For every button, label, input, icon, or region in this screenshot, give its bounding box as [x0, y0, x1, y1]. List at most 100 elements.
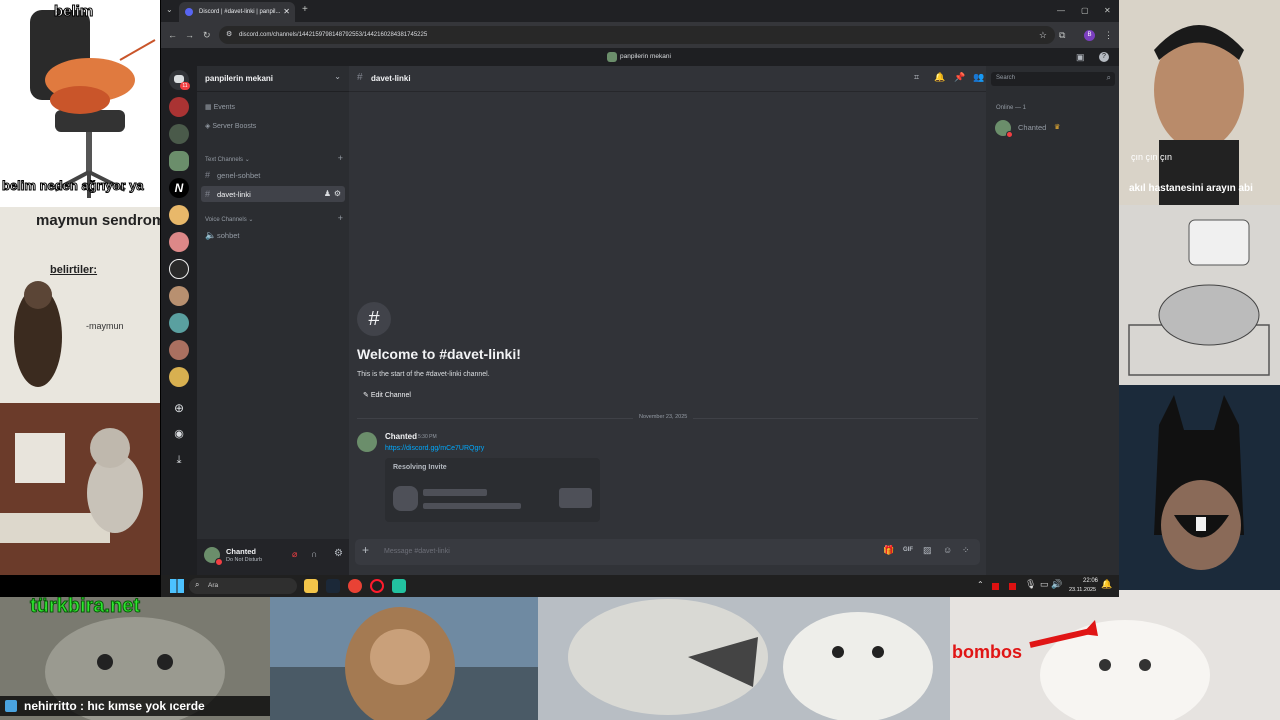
message-composer[interactable]: + Message #davet-linki 🎁 GIF ▨ ☺ ⁘ [355, 539, 980, 565]
windows-taskbar: ⌕ Ara ⌃ 🎙 ▭ 🔊 22:06 23.11.2025 🔔 [161, 575, 1119, 597]
voice-channels-category[interactable]: Voice Channels ⌄ [205, 216, 253, 223]
tab-discord[interactable]: Discord | #davet-linki | panpil... ✕ [179, 2, 295, 22]
add-text-channel-icon[interactable]: + [338, 153, 343, 163]
maximize-icon[interactable]: ▢ [1081, 0, 1089, 22]
pin-icon[interactable]: 📌 [954, 72, 965, 83]
tray-chevron-icon[interactable]: ⌃ [977, 580, 984, 589]
volume-icon[interactable]: 🔊 [1051, 579, 1062, 590]
tab-title: Discord | #davet-linki | panpil... [199, 9, 281, 15]
message-link[interactable]: https://discord.gg/mCe7URQgry [385, 445, 484, 452]
server-icon-panpilerin[interactable] [169, 151, 189, 171]
attach-plus-icon[interactable]: + [362, 543, 369, 557]
channel-davet-linki[interactable]: # davet-linki ♟ ⚙ [201, 186, 345, 202]
windows-start-icon[interactable] [170, 579, 184, 593]
dnd-status-dot [215, 558, 223, 566]
gif-icon[interactable]: GIF [903, 547, 913, 553]
reload-icon[interactable]: ↻ [203, 22, 211, 48]
server-icon-8[interactable] [169, 313, 189, 333]
notification-bell-icon[interactable]: 🔔 [934, 72, 945, 83]
server-icon-3[interactable]: N [169, 178, 189, 198]
file-explorer-icon[interactable] [304, 579, 318, 593]
server-icon-7[interactable] [169, 286, 189, 306]
text-channels-category[interactable]: Text Channels ⌄ [205, 156, 250, 163]
direct-messages-icon[interactable]: 11 [169, 70, 190, 90]
tab-close-icon[interactable]: ✕ [283, 2, 290, 22]
minimize-icon[interactable]: — [1057, 0, 1065, 22]
clock-time[interactable]: 22:06 [1083, 578, 1098, 584]
invite-icon[interactable]: ♟ [324, 186, 331, 202]
microphone-icon[interactable]: 🎙 [1025, 579, 1036, 590]
download-icon[interactable]: ⤓ [169, 450, 189, 470]
webcam-feed: çın çın çın akıl hastanesini arayın abi [1119, 0, 1280, 205]
server-icon-2[interactable] [169, 124, 189, 144]
sticker-icon[interactable]: ▨ [923, 545, 932, 556]
emoji-icon[interactable]: ☺ [943, 545, 952, 555]
site-info-icon[interactable]: ⚙ [226, 26, 232, 44]
edit-channel-button[interactable]: ✎ Edit Channel [357, 389, 417, 403]
address-bar[interactable]: ⚙ discord.com/channels/14421597981487925… [219, 26, 1055, 44]
channel-settings-icon[interactable]: ⚙ [334, 186, 341, 202]
profile-avatar[interactable]: B [1084, 30, 1095, 41]
embed-detail-placeholder [423, 503, 521, 509]
channel-sohbet[interactable]: 🔈sohbet [201, 227, 345, 243]
channel-header: # davet-linki ⌗ 🔔 📌 👥 [349, 66, 986, 92]
back-icon[interactable]: ← [168, 22, 177, 48]
invite-embed: Resolving Invite [385, 458, 600, 522]
channel-genel-sohbet[interactable]: # genel-sohbet [201, 167, 345, 183]
server-icon-6[interactable] [169, 259, 189, 279]
tray-app-icon-1[interactable] [992, 583, 999, 590]
menu-icon[interactable]: ⋮ [1104, 22, 1113, 48]
mute-mic-icon[interactable]: ⌀ [292, 549, 297, 560]
server-boosts-label: Server Boosts [212, 123, 257, 130]
opera-icon[interactable] [370, 579, 384, 593]
extensions-icon[interactable]: ⧉ [1059, 22, 1065, 48]
apps-icon[interactable]: ⁘ [962, 545, 970, 556]
member-item[interactable]: Chanted ♛ [991, 118, 1115, 138]
server-list: 11 N ⊕ ◉ ⤓ [161, 66, 197, 575]
chrome-icon[interactable] [348, 579, 362, 593]
server-header[interactable]: panpilerin mekani ⌄ [197, 66, 349, 92]
network-icon[interactable]: ▭ [1040, 579, 1049, 590]
message-avatar[interactable] [357, 432, 377, 452]
server-icon-5[interactable] [169, 232, 189, 252]
threads-icon[interactable]: ⌗ [914, 72, 919, 83]
events-item[interactable]: ▦ Events [205, 101, 235, 115]
steam-icon[interactable] [326, 579, 340, 593]
clock-date[interactable]: 23.11.2025 [1069, 587, 1096, 593]
chat-area: # davet-linki ⌗ 🔔 📌 👥 # Welcome to #dave… [349, 66, 986, 575]
tab-search-icon[interactable]: ⌄ [166, 5, 173, 14]
taskbar-search-label: Ara [208, 582, 219, 589]
add-server-icon[interactable]: ⊕ [169, 398, 189, 418]
server-icon-4[interactable] [169, 205, 189, 225]
member-search[interactable]: Search ⌕ [991, 72, 1115, 86]
server-icon-1[interactable] [169, 97, 189, 117]
gift-icon[interactable]: 🎁 [883, 545, 894, 556]
member-name: Chanted [1018, 123, 1047, 132]
close-window-icon[interactable]: ✕ [1104, 0, 1111, 22]
chat-ticker-text: nehirritto : hıc kımse yok ıcerde [24, 699, 205, 713]
user-settings-icon[interactable]: ⚙ [334, 548, 343, 559]
add-voice-channel-icon[interactable]: + [338, 213, 343, 223]
tray-app-icon-2[interactable] [1009, 583, 1016, 590]
channel-label: sohbet [217, 231, 240, 240]
hash-icon: # [205, 170, 211, 180]
headphones-icon[interactable]: ∩ [311, 549, 317, 559]
message-author[interactable]: Chanted [385, 432, 417, 441]
help-icon[interactable]: ? [1099, 52, 1109, 62]
discover-icon[interactable]: ◉ [169, 424, 189, 444]
forward-icon[interactable]: → [185, 22, 194, 48]
server-boosts-item[interactable]: ◈ Server Boosts [205, 120, 256, 134]
server-icon-10[interactable] [169, 367, 189, 387]
app-icon[interactable] [392, 579, 406, 593]
meme-cat-bottom: türkbira.net nehirritto : hıc kımse yok … [0, 597, 270, 720]
server-icon-9[interactable] [169, 340, 189, 360]
monkey-phone-image [270, 607, 538, 720]
inbox-icon[interactable]: ▣ [1076, 48, 1085, 66]
new-tab-icon[interactable]: + [302, 4, 308, 15]
meme-monkey-phone [270, 597, 538, 720]
taskbar-search[interactable]: ⌕ Ara [189, 578, 297, 594]
bookmark-star-icon[interactable]: ☆ [1039, 26, 1047, 44]
server-name: panpilerin mekani [205, 74, 274, 83]
member-list-icon[interactable]: 👥 [973, 72, 984, 83]
notification-icon[interactable]: 🔔 [1101, 579, 1112, 590]
